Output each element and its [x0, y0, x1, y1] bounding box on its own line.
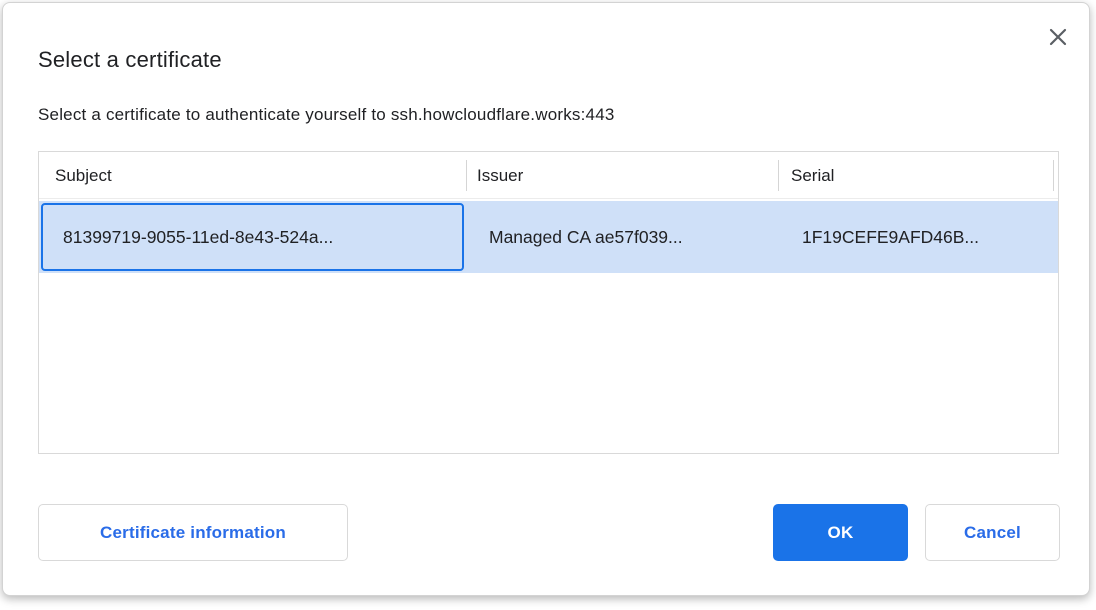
cell-issuer: Managed CA ae57f039... [489, 201, 683, 273]
close-button[interactable] [1045, 24, 1071, 50]
close-icon [1049, 28, 1067, 46]
certificate-information-button[interactable]: Certificate information [38, 504, 348, 561]
ok-button[interactable]: OK [773, 504, 908, 561]
column-divider [1053, 160, 1054, 191]
column-divider [466, 160, 467, 191]
page-title: Select a certificate [38, 47, 222, 73]
select-certificate-dialog: Select a certificate Select a certificat… [2, 2, 1090, 596]
cancel-button[interactable]: Cancel [925, 504, 1060, 561]
cell-serial: 1F19CEFE9AFD46B... [802, 201, 979, 273]
certificate-table: Subject Issuer Serial 81399719-9055-11ed… [38, 151, 1059, 454]
column-header-subject: Subject [55, 152, 112, 199]
dialog-subtitle: Select a certificate to authenticate you… [38, 105, 615, 125]
table-row[interactable]: 81399719-9055-11ed-8e43-524a... Managed … [39, 201, 1058, 273]
column-header-serial: Serial [791, 152, 834, 199]
column-header-issuer: Issuer [477, 152, 523, 199]
table-header: Subject Issuer Serial [39, 152, 1058, 199]
column-divider [778, 160, 779, 191]
cell-subject[interactable]: 81399719-9055-11ed-8e43-524a... [41, 203, 464, 271]
